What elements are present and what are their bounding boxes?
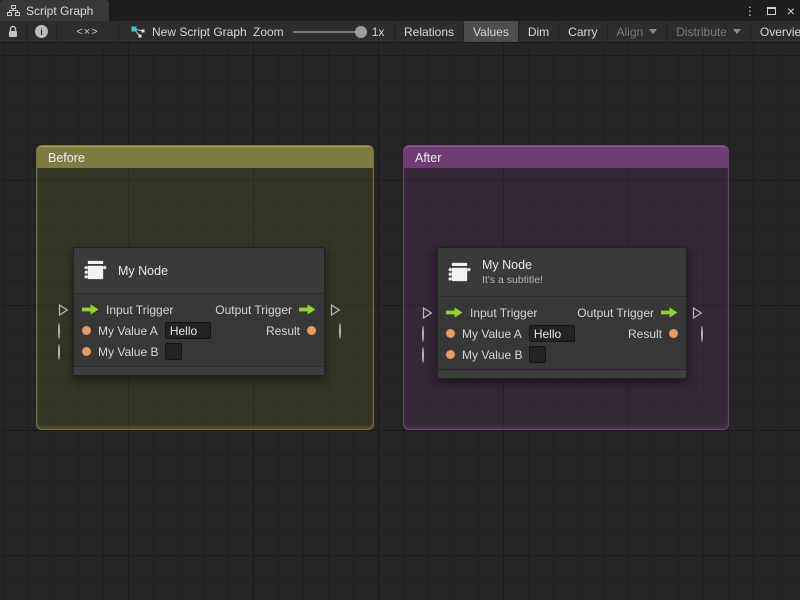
node-footer [438, 369, 686, 378]
port-label: Input Trigger [470, 306, 537, 320]
group-title: After [415, 151, 441, 165]
lock-button[interactable] [0, 21, 27, 42]
port-label: My Value A [98, 324, 158, 338]
value-port-icon[interactable] [446, 350, 455, 359]
port-label: My Value B [98, 345, 158, 359]
carry-button[interactable]: Carry [559, 21, 607, 42]
node-header[interactable]: My Node It's a subtitle! [438, 248, 686, 297]
script-graph-asset-icon [131, 26, 145, 38]
unity-script-graph-window: Script Graph ⋮ × i <×> [0, 0, 800, 600]
trigger-in-icon[interactable] [82, 304, 99, 315]
overview-button[interactable]: Overview [751, 21, 800, 42]
port-label: My Value A [462, 327, 522, 341]
tab-script-graph[interactable]: Script Graph [0, 0, 109, 21]
port-row-trigger: Input Trigger Output Trigger [438, 302, 686, 323]
external-input-trigger-port[interactable] [58, 303, 69, 316]
value-b-input[interactable] [529, 346, 546, 363]
external-input-trigger-port[interactable] [422, 306, 433, 319]
zoom-slider-handle[interactable] [355, 26, 367, 38]
node-my-node-after[interactable]: My Node It's a subtitle! Input Trigger O… [437, 247, 687, 379]
value-b-input[interactable] [165, 343, 182, 360]
group-after-header[interactable]: After [404, 146, 728, 168]
node-port-rows: Input Trigger Output Trigger My Value A [74, 294, 324, 366]
tab-bar: Script Graph ⋮ × [0, 0, 800, 21]
zoom-value: 1x [372, 25, 385, 39]
values-button[interactable]: Values [464, 21, 519, 42]
value-port-icon[interactable] [446, 329, 455, 338]
graph-breadcrumb[interactable]: New Script Graph [131, 21, 247, 42]
value-port-icon[interactable] [82, 326, 91, 335]
group-title: Before [48, 151, 85, 165]
node-footer [74, 366, 324, 375]
maximize-icon[interactable] [767, 7, 776, 15]
info-button[interactable]: i [27, 21, 57, 42]
value-a-input[interactable] [529, 325, 575, 342]
close-icon[interactable]: × [787, 4, 795, 18]
unit-node-icon [83, 259, 108, 282]
port-row-value-b: My Value B [74, 341, 324, 362]
node-port-rows: Input Trigger Output Trigger My Value A [438, 297, 686, 369]
port-label: Output Trigger [215, 303, 292, 317]
graph-name-label: New Script Graph [152, 25, 247, 39]
external-output-trigger-port[interactable] [692, 306, 703, 319]
trigger-in-icon[interactable] [446, 307, 463, 318]
code-view-button[interactable]: <×> [57, 21, 119, 42]
tab-title: Script Graph [26, 4, 93, 18]
port-label: Result [266, 324, 300, 338]
align-dropdown-button[interactable]: Align [608, 21, 668, 42]
graph-toolbar: i <×> New Script Graph Zoom 1x Relations… [0, 21, 800, 43]
trigger-out-icon[interactable] [661, 307, 678, 318]
port-row-value-a: My Value A Result [438, 323, 686, 344]
node-subtitle: It's a subtitle! [482, 274, 543, 286]
unit-node-icon [447, 261, 472, 284]
result-port-icon[interactable] [669, 329, 678, 338]
port-row-trigger: Input Trigger Output Trigger [74, 299, 324, 320]
graph-canvas[interactable]: Before After My Node [0, 43, 800, 600]
zoom-label: Zoom [253, 25, 284, 39]
port-row-value-b: My Value B [438, 344, 686, 365]
zoom-slider[interactable] [293, 31, 363, 33]
chevron-down-icon [733, 29, 741, 34]
value-port-icon[interactable] [82, 347, 91, 356]
port-label: Output Trigger [577, 306, 654, 320]
relations-button[interactable]: Relations [394, 21, 464, 42]
port-label: Input Trigger [106, 303, 173, 317]
port-label: Result [628, 327, 662, 341]
node-my-node-before[interactable]: My Node Input Trigger Output Trigger [73, 247, 325, 376]
value-a-input[interactable] [165, 322, 211, 339]
result-port-icon[interactable] [307, 326, 316, 335]
node-title: My Node [118, 264, 168, 278]
graph-hierarchy-icon [7, 5, 20, 16]
window-controls: ⋮ × [744, 0, 795, 21]
toolbar-toggle-buttons: Relations Values Dim Carry Align Distrib… [394, 21, 800, 42]
port-label: My Value B [462, 348, 522, 362]
node-title: My Node [482, 258, 543, 272]
group-before-header[interactable]: Before [37, 146, 373, 168]
window-menu-icon[interactable]: ⋮ [744, 4, 756, 18]
code-icon: <×> [76, 26, 98, 38]
trigger-out-icon[interactable] [299, 304, 316, 315]
external-output-trigger-port[interactable] [330, 303, 341, 316]
chevron-down-icon [649, 29, 657, 34]
node-header[interactable]: My Node [74, 248, 324, 294]
distribute-dropdown-button[interactable]: Distribute [667, 21, 751, 42]
zoom-control: Zoom 1x [253, 21, 384, 42]
lock-icon [7, 25, 19, 38]
info-icon: i [35, 25, 48, 38]
port-row-value-a: My Value A Result [74, 320, 324, 341]
dim-button[interactable]: Dim [519, 21, 559, 42]
